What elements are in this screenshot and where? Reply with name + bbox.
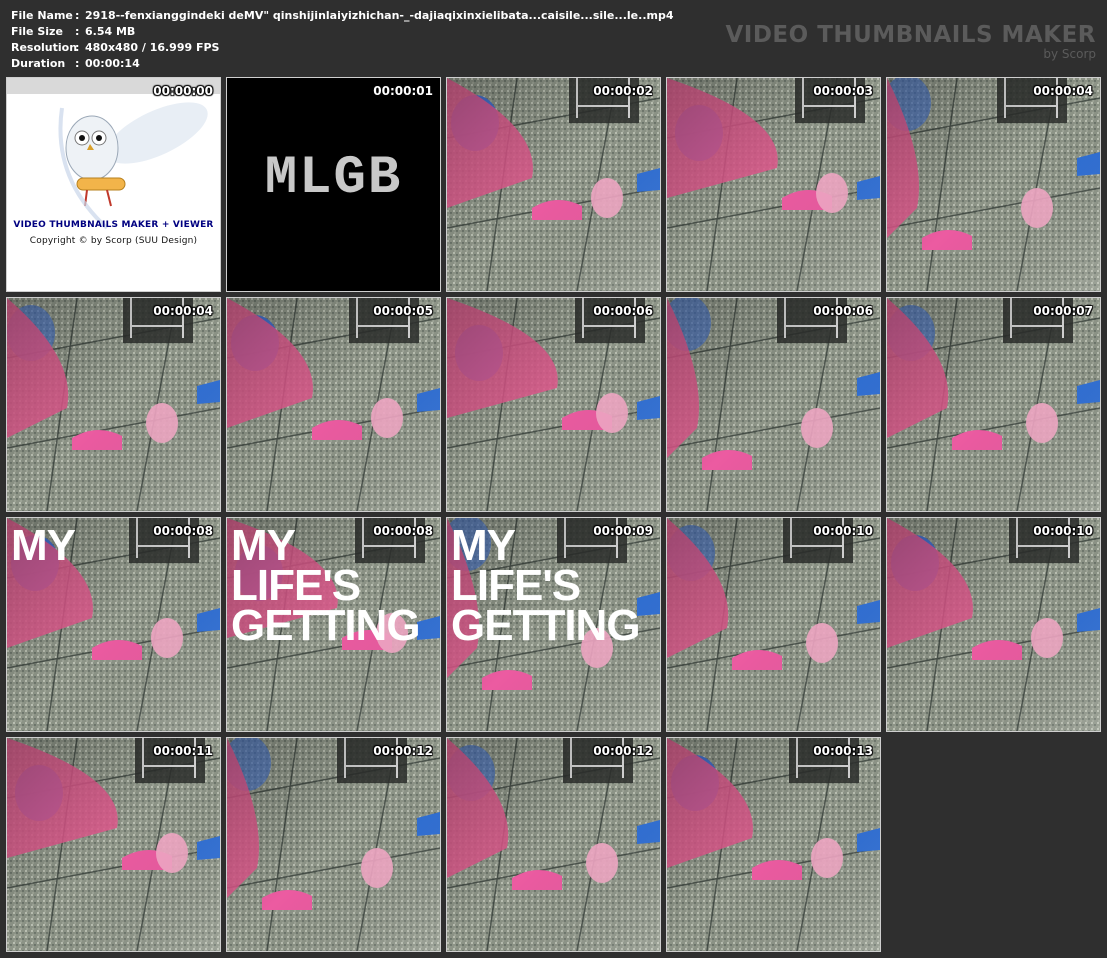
thumbnail-timestamp: 00:00:06 xyxy=(813,304,873,318)
lyric-word: LIFE'S xyxy=(451,561,581,610)
thumbnail-tile[interactable]: 00:00:05 xyxy=(226,297,441,512)
thumbnail-timestamp: 00:00:10 xyxy=(813,524,873,538)
owl-logo-icon xyxy=(7,78,220,291)
thumbnail-timestamp: 00:00:06 xyxy=(593,304,653,318)
duration-value: 00:00:14 xyxy=(85,57,140,70)
thumbnail-timestamp: 00:00:05 xyxy=(373,304,433,318)
brand-watermark: VIDEO THUMBNAILS MAKER by Scorp xyxy=(725,22,1096,60)
thumbnail-timestamp: 00:00:12 xyxy=(593,744,653,758)
separator: : xyxy=(75,9,80,22)
brand-subtitle: by Scorp xyxy=(1043,47,1096,61)
lyric-word: GETTING xyxy=(231,601,421,650)
thumbnail-tile[interactable]: 00:00:12 xyxy=(446,737,661,952)
resolution-row: Resolution : 480x480 / 16.999 FPS xyxy=(11,40,673,56)
thumbnail-tile[interactable]: 00:00:11 xyxy=(6,737,221,952)
thumbnail-tile[interactable]: 00:00:12 xyxy=(226,737,441,952)
file-info-panel: File Name : 2918--fenxianggindeki deMV" … xyxy=(11,8,673,72)
thumbnail-timestamp: 00:00:03 xyxy=(813,84,873,98)
file-size-value: 6.54 MB xyxy=(85,25,136,38)
video-frame-scene xyxy=(7,298,220,511)
lyric-overlay-text: MY LIFE'S GETTING xyxy=(451,524,641,650)
thumbnail-timestamp: 00:00:07 xyxy=(1033,304,1093,318)
thumbnail-timestamp: 00:00:10 xyxy=(1033,524,1093,538)
lyric-overlay-text: MY xyxy=(11,521,76,570)
video-frame-scene xyxy=(447,78,660,291)
file-name-row: File Name : 2918--fenxianggindeki deMV" … xyxy=(11,8,673,24)
thumbnail-tile[interactable]: 00:00:06 xyxy=(446,297,661,512)
intro-logo-text: VIDEO THUMBNAILS MAKER + VIEWER xyxy=(13,220,214,230)
video-frame-scene xyxy=(7,738,220,951)
thumbnail-grid: VIDEO THUMBNAILS MAKER + VIEWER Copyrigh… xyxy=(6,77,1102,952)
resolution-label: Resolution xyxy=(11,41,78,54)
thumbnail-timestamp: 00:00:08 xyxy=(153,524,213,538)
lyric-overlay-text: MY LIFE'S GETTING xyxy=(231,524,421,650)
separator: : xyxy=(75,25,80,38)
mlgb-title-text: MLGB xyxy=(264,148,403,209)
video-frame-scene xyxy=(667,78,880,291)
video-frame-scene xyxy=(887,298,1100,511)
thumbnail-tile[interactable]: 00:00:02 xyxy=(446,77,661,292)
thumbnail-tile[interactable]: 00:00:09 MY LIFE'S GETTING xyxy=(446,517,661,732)
brand-title: VIDEO THUMBNAILS MAKER xyxy=(725,22,1096,48)
video-frame-scene xyxy=(887,78,1100,291)
intro-copyright: Copyright © by Scorp (SUU Design) xyxy=(29,236,198,246)
file-name-label: File Name xyxy=(11,9,73,22)
thumbnail-tile[interactable]: 00:00:07 xyxy=(886,297,1101,512)
thumbnail-timestamp: 00:00:11 xyxy=(153,744,213,758)
lyric-word: LIFE'S xyxy=(231,561,361,610)
separator: : xyxy=(75,57,80,70)
separator: : xyxy=(75,41,80,54)
duration-row: Duration : 00:00:14 xyxy=(11,56,673,72)
thumbnail-timestamp: 00:00:04 xyxy=(153,304,213,318)
thumbnail-tile[interactable]: 00:00:08 MY LIFE'S GETTING xyxy=(226,517,441,732)
duration-label: Duration xyxy=(11,57,66,70)
video-frame-scene xyxy=(667,518,880,731)
file-size-label: File Size xyxy=(11,25,63,38)
video-frame-scene xyxy=(667,738,880,951)
thumbnail-tile[interactable]: 00:00:06 xyxy=(666,297,881,512)
thumbnail-timestamp: 00:00:08 xyxy=(373,524,433,538)
thumbnail-tile[interactable]: 00:00:10 xyxy=(666,517,881,732)
thumbnail-tile[interactable]: MLGB 00:00:01 xyxy=(226,77,441,292)
thumbnail-timestamp: 00:00:00 xyxy=(153,84,213,98)
lyric-word: GETTING xyxy=(451,601,641,650)
thumbnail-timestamp: 00:00:13 xyxy=(813,744,873,758)
thumbnail-tile[interactable]: 00:00:08 MY xyxy=(6,517,221,732)
thumbnail-timestamp: 00:00:09 xyxy=(593,524,653,538)
thumbnail-timestamp: 00:00:02 xyxy=(593,84,653,98)
thumbnail-tile[interactable]: 00:00:13 xyxy=(666,737,881,952)
video-frame-scene xyxy=(447,298,660,511)
video-frame-scene xyxy=(887,518,1100,731)
thumbnail-tile[interactable]: 00:00:10 xyxy=(886,517,1101,732)
thumbnail-timestamp: 00:00:01 xyxy=(373,84,433,98)
thumbnail-tile[interactable]: 00:00:03 xyxy=(666,77,881,292)
video-frame-scene xyxy=(227,738,440,951)
thumbnail-timestamp: 00:00:12 xyxy=(373,744,433,758)
thumbnail-tile[interactable]: 00:00:04 xyxy=(886,77,1101,292)
thumbnail-tile[interactable]: VIDEO THUMBNAILS MAKER + VIEWER Copyrigh… xyxy=(6,77,221,292)
thumbnail-timestamp: 00:00:04 xyxy=(1033,84,1093,98)
file-name-value: 2918--fenxianggindeki deMV" qinshijinlai… xyxy=(85,9,674,22)
thumbnail-tile[interactable]: 00:00:04 xyxy=(6,297,221,512)
video-frame-scene xyxy=(667,298,880,511)
video-frame-scene xyxy=(447,738,660,951)
resolution-value: 480x480 / 16.999 FPS xyxy=(85,41,220,54)
lyric-word: MY xyxy=(11,521,76,570)
file-size-row: File Size : 6.54 MB xyxy=(11,24,673,40)
video-frame-scene xyxy=(227,298,440,511)
